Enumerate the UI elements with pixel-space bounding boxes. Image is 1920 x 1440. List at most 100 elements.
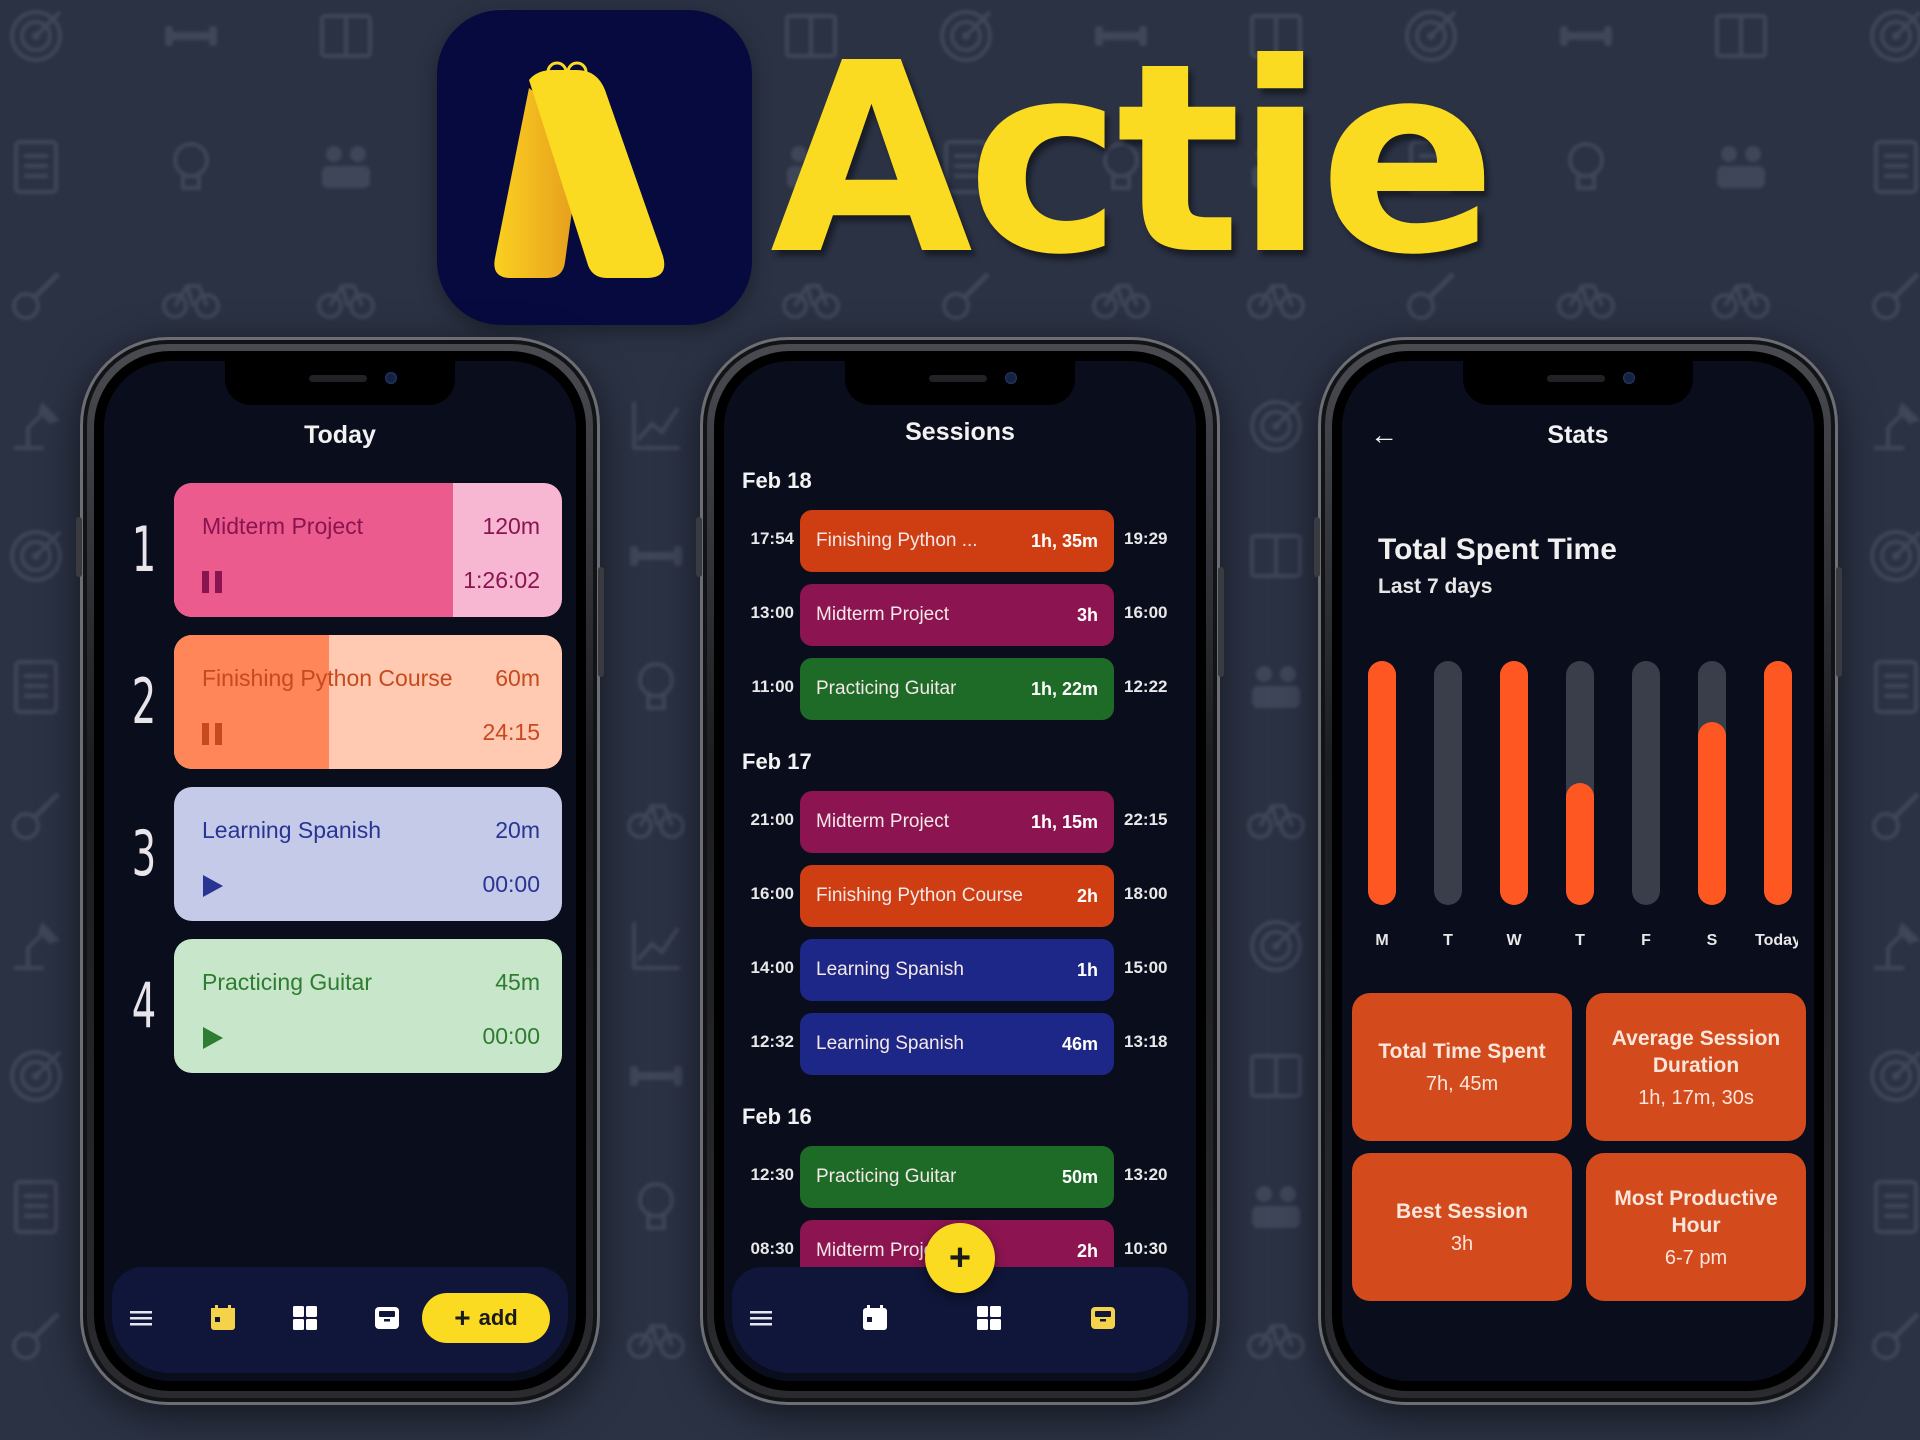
x-tick-label: F [1641,932,1651,949]
session-card[interactable]: Midterm Project 3h [800,584,1114,646]
book-icon [1244,524,1308,588]
today-screen: Today 1 Midterm Project 120m 1:26:02 2 F… [104,361,576,1381]
people-icon [1244,654,1308,718]
session-card[interactable]: Practicing Guitar 50m [800,1146,1114,1208]
add-label: add [478,1305,518,1330]
bar [1500,661,1528,905]
plus-icon: + [454,1302,471,1333]
dumbbell-icon [624,1044,688,1108]
session-row: 21:00 Midterm Project 1h, 15m 22:15 [724,791,1196,853]
session-duration: 1h, 35m [1030,530,1098,551]
guitar-icon [4,784,68,848]
phone-stats: ← Stats Total Spent Time Last 7 days MTW… [1314,337,1842,1405]
session-start: 08:30 [750,1239,794,1258]
session-duration: 46m [1061,1033,1098,1054]
grid-icon[interactable] [290,1303,320,1333]
session-end: 16:00 [1124,603,1168,622]
task-rank: 1 [131,513,157,586]
app-logo-icon [437,10,752,325]
calendar-icon[interactable] [860,1303,890,1333]
task-elapsed: 00:00 [482,1023,540,1049]
stat-label: Average Session Duration [1611,1026,1781,1077]
archive-box-icon[interactable] [372,1303,402,1333]
session-name: Learning Spanish [816,959,964,980]
session-card[interactable]: Learning Spanish 46m [800,1013,1114,1075]
session-row: 12:32 Learning Spanish 46m 13:18 [724,1013,1196,1075]
task-card[interactable]: Learning Spanish 20m 00:00 [174,787,562,921]
add-task-button[interactable]: + add [422,1293,550,1343]
session-start: 12:30 [750,1165,794,1184]
dumbbell-icon [624,524,688,588]
x-tick-label: M [1375,932,1388,949]
session-card[interactable]: Learning Spanish 1h [800,939,1114,1001]
task-goal: 120m [482,513,540,539]
target-icon [1864,524,1920,588]
session-row: 11:00 Practicing Guitar 1h, 22m 12:22 [724,658,1196,720]
guitar-icon [1864,1304,1920,1368]
add-session-fab[interactable]: + [925,1223,995,1293]
session-card[interactable]: Finishing Python ... 1h, 35m [800,510,1114,572]
task-row: 3 Learning Spanish 20m 00:00 [104,787,576,921]
archive-box-icon[interactable] [1088,1303,1118,1333]
lamp-icon [1864,394,1920,458]
session-name: Learning Spanish [816,1033,964,1054]
stat-value: 6-7 pm [1664,1246,1728,1269]
bar-track [1632,661,1660,905]
session-end: 19:29 [1124,529,1168,548]
task-card[interactable]: Finishing Python Course 60m 24:15 [174,635,562,769]
session-card[interactable]: Midterm Project 1h, 15m [800,791,1114,853]
bar [1698,722,1726,905]
session-card[interactable]: Practicing Guitar 1h, 22m [800,658,1114,720]
stat-tile: Most Productive Hour 6-7 pm [1586,1153,1806,1301]
clipboard-icon [4,134,68,198]
guitar-icon [1864,264,1920,328]
session-row: 17:54 Finishing Python ... 1h, 35m 19:29 [724,510,1196,572]
x-tick-label: S [1707,932,1718,949]
play-icon[interactable] [200,1025,226,1051]
phone-today: Today 1 Midterm Project 120m 1:26:02 2 F… [76,337,604,1405]
target-icon [4,524,68,588]
task-name: Learning Spanish [202,817,382,843]
pause-icon[interactable] [200,569,226,595]
session-name: Practicing Guitar [816,1166,957,1187]
stat-label: Total Time Spent [1378,1040,1546,1063]
task-elapsed: 24:15 [482,719,540,745]
bike-icon [1554,264,1618,328]
lamp-icon [4,914,68,978]
hamburger-menu-icon[interactable] [746,1303,776,1333]
date-header: Feb 18 [742,468,812,493]
bike-icon [1709,264,1773,328]
bike-icon [159,264,223,328]
play-icon[interactable] [200,873,226,899]
session-duration: 1h, 22m [1030,678,1098,699]
grid-icon[interactable] [974,1303,1004,1333]
clipboard-icon [4,1174,68,1238]
task-name: Practicing Guitar [202,969,373,995]
lamp-icon [1864,914,1920,978]
stat-label: Best Session [1396,1200,1528,1223]
session-start: 12:32 [750,1032,794,1051]
session-name: Finishing Python Course [816,885,1023,906]
task-row: 2 Finishing Python Course 60m 24:15 [104,635,576,769]
session-duration: 2h [1076,1240,1098,1261]
x-tick-label: T [1443,932,1453,949]
session-start: 21:00 [750,810,794,829]
calendar-icon[interactable] [208,1303,238,1333]
bike-icon [624,1304,688,1368]
pause-icon[interactable] [200,721,226,747]
task-card[interactable]: Midterm Project 120m 1:26:02 [174,483,562,617]
session-end: 12:22 [1124,677,1168,696]
phone-sessions: Sessions Feb 18 17:54 Finishing Python .… [696,337,1224,1405]
screen-title: Sessions [905,418,1015,446]
target-icon [1244,394,1308,458]
chart-icon [624,914,688,978]
session-start: 14:00 [750,958,794,977]
session-card[interactable]: Finishing Python Course 2h [800,865,1114,927]
stats-heading: Total Spent Time [1378,533,1617,566]
task-card[interactable]: Practicing Guitar 45m 00:00 [174,939,562,1073]
hamburger-menu-icon[interactable] [126,1303,156,1333]
dumbbell-icon [1554,4,1618,68]
bar [1764,661,1792,905]
stat-value: 3h [1450,1233,1474,1255]
lightbulb-icon [624,654,688,718]
